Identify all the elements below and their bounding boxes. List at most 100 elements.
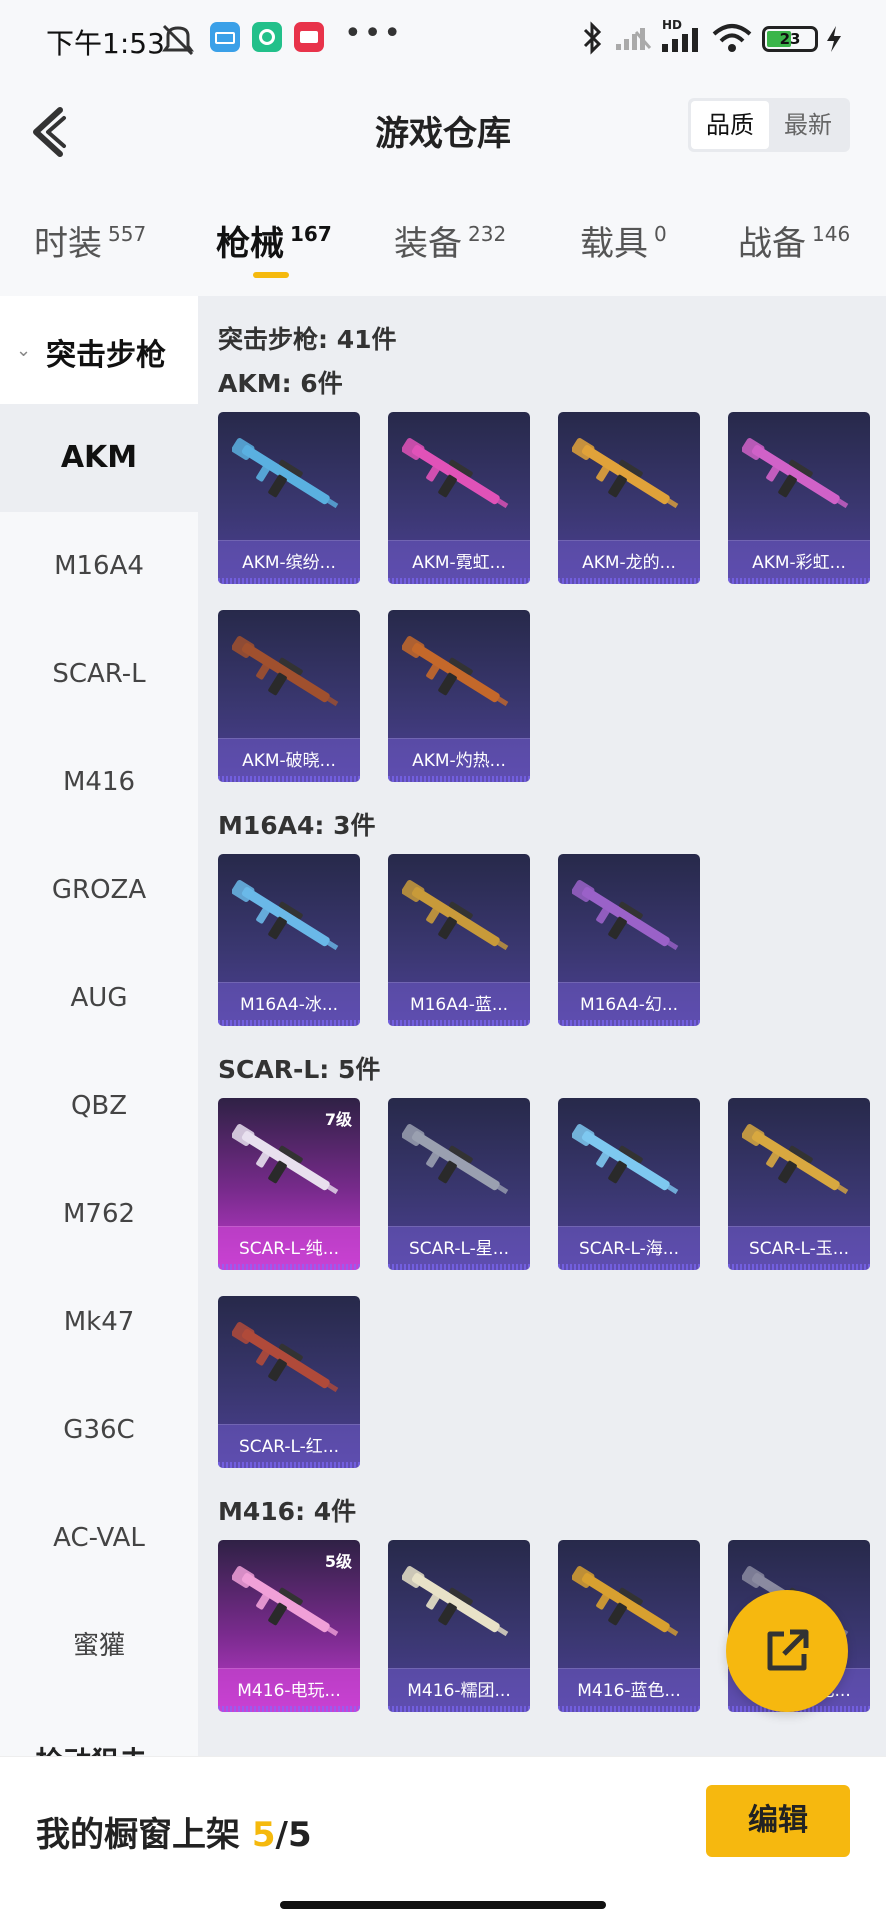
sort-toggle: 品质 最新 <box>688 98 850 152</box>
showcase-label: 我的橱窗上架 <box>36 1815 240 1855</box>
chevron-down-icon: ⌄ <box>16 340 32 361</box>
sidebar-item-aug[interactable]: AUG <box>0 944 198 1052</box>
sort-quality-button[interactable]: 品质 <box>691 101 769 149</box>
weapon-name: AKM-灼热... <box>388 738 530 782</box>
bottom-bar: 我的橱窗上架 5/5 编辑 <box>0 1756 886 1920</box>
status-time: 下午1:53 <box>46 27 165 60</box>
weapon-card[interactable]: SCAR-L-海... <box>558 1098 700 1270</box>
level-badge: 5级 <box>324 1552 352 1571</box>
battery-level: 23 <box>779 30 801 48</box>
tab-label: 战备 <box>738 224 806 264</box>
weapon-name: AKM-彩虹... <box>728 540 870 584</box>
weapon-card[interactable]: M16A4-幻... <box>558 854 700 1026</box>
weapon-card[interactable]: AKM-霓虹... <box>388 412 530 584</box>
mute-icon <box>162 24 194 56</box>
showcase-separator: / <box>275 1815 288 1855</box>
back-arrow-icon[interactable] <box>22 102 82 162</box>
weapon-card[interactable]: M16A4-蓝... <box>388 854 530 1026</box>
tab-equipment[interactable]: 装备 232 <box>394 216 506 265</box>
sidebar-item-qbz[interactable]: QBZ <box>0 1052 198 1160</box>
weapon-card[interactable]: 7级 SCAR-L-纯... <box>218 1098 360 1270</box>
weapon-card[interactable]: SCAR-L-红... <box>218 1296 360 1468</box>
weapon-card[interactable]: 5级 M416-电玩... <box>218 1540 360 1712</box>
sidebar-item-m16a4[interactable]: M16A4 <box>0 512 198 620</box>
weapon-name: AKM-破晓... <box>218 738 360 782</box>
tab-combat-supplies[interactable]: 战备 146 <box>738 216 850 265</box>
sidebar-item-groza[interactable]: GROZA <box>0 836 198 944</box>
rifle-icon <box>232 880 339 951</box>
weapon-name: M16A4-冰... <box>218 982 360 1026</box>
rifle-icon <box>232 1566 339 1637</box>
sidebar-item-scar-l[interactable]: SCAR-L <box>0 620 198 728</box>
weapon-name: AKM-龙的... <box>558 540 700 584</box>
weapon-name: SCAR-L-红... <box>218 1424 360 1468</box>
section-title: M416: 4件 <box>218 1497 357 1526</box>
weapon-card[interactable]: AKM-破晓... <box>218 610 360 782</box>
showcase-count: 我的橱窗上架 5/5 <box>36 1807 312 1856</box>
weapon-card[interactable]: AKM-龙的... <box>558 412 700 584</box>
weapon-card[interactable]: AKM-灼热... <box>388 610 530 782</box>
weapon-grid: 突击步枪: 41件 AKM: 6件 AKM-缤纷... AKM-霓虹... AKM-龙… <box>198 296 886 1756</box>
weapon-name: M416-糯团... <box>388 1668 530 1712</box>
category-tabs: 时装 557 枪械 167 装备 232 载具 0 战备 146 <box>0 200 886 290</box>
level-badge: 7级 <box>324 1110 352 1129</box>
rifle-icon <box>232 1124 339 1195</box>
sidebar-item-ac-val[interactable]: AC-VAL <box>0 1484 198 1592</box>
weapon-name: SCAR-L-纯... <box>218 1226 360 1270</box>
sidebar-group-label: 栓动狙击 <box>35 1745 147 1756</box>
header: 游戏仓库 品质 最新 <box>0 80 886 190</box>
weapon-card[interactable]: M416-糯团... <box>388 1540 530 1712</box>
weapon-card[interactable]: AKM-缤纷... <box>218 412 360 584</box>
weapon-card[interactable]: SCAR-L-玉... <box>728 1098 870 1270</box>
weapon-name: M416-电玩... <box>218 1668 360 1712</box>
tab-count: 557 <box>108 222 147 246</box>
rifle-icon <box>742 438 849 509</box>
weapon-card[interactable]: M416-蓝色... <box>558 1540 700 1712</box>
home-indicator[interactable] <box>280 1901 606 1909</box>
weapon-sidebar: ⌄ 突击步枪 AKM M16A4 SCAR-L M416 GROZA AUG Q… <box>0 296 198 1756</box>
weapon-name: AKM-霓虹... <box>388 540 530 584</box>
rifle-icon <box>232 438 339 509</box>
status-bar: 下午1:53 ••• HD 23 <box>0 0 886 80</box>
external-share-icon <box>767 1629 809 1671</box>
sort-newest-button[interactable]: 最新 <box>769 101 847 149</box>
sidebar-group-label: 突击步枪 <box>46 338 166 373</box>
weapon-card[interactable]: SCAR-L-星... <box>388 1098 530 1270</box>
sidebar-item-mk47[interactable]: Mk47 <box>0 1268 198 1376</box>
tab-vehicles[interactable]: 载具 0 <box>580 216 667 265</box>
sidebar-group-assault-rifles[interactable]: ⌄ 突击步枪 <box>0 296 198 404</box>
weapon-card[interactable]: AKM-彩虹... <box>728 412 870 584</box>
sidebar-group-bolt-action[interactable]: › 栓动狙击 <box>14 1740 147 1756</box>
rifle-icon <box>232 1322 339 1393</box>
tab-label: 装备 <box>394 224 462 264</box>
weapon-name: M416-蓝色... <box>558 1668 700 1712</box>
sidebar-item-akm[interactable]: AKM <box>0 404 198 512</box>
edit-button[interactable]: 编辑 <box>706 1785 850 1857</box>
battery-icon: 23 <box>762 26 818 52</box>
tab-label: 时装 <box>34 224 102 264</box>
rifle-icon <box>572 880 679 951</box>
tab-count: 146 <box>812 222 851 246</box>
rifle-icon <box>572 1124 679 1195</box>
rifle-icon <box>402 1124 509 1195</box>
share-button[interactable] <box>726 1590 848 1712</box>
weapon-name: M16A4-幻... <box>558 982 700 1026</box>
sidebar-item-m762[interactable]: M762 <box>0 1160 198 1268</box>
sidebar-item-g36c[interactable]: G36C <box>0 1376 198 1484</box>
rifle-icon <box>742 1124 849 1195</box>
weapon-name: M16A4-蓝... <box>388 982 530 1026</box>
sidebar-item-m416[interactable]: M416 <box>0 728 198 836</box>
tab-guns[interactable]: 枪械 167 <box>216 216 332 265</box>
rifle-icon <box>232 636 339 707</box>
more-notifications-icon: ••• <box>344 16 404 51</box>
charging-icon <box>827 26 841 52</box>
rifle-icon <box>402 438 509 509</box>
weapon-card[interactable]: M16A4-冰... <box>218 854 360 1026</box>
tab-fashion[interactable]: 时装 557 <box>34 216 146 265</box>
weapon-name: SCAR-L-玉... <box>728 1226 870 1270</box>
weapon-name: AKM-缤纷... <box>218 540 360 584</box>
section-title: M16A4: 3件 <box>218 811 376 840</box>
sidebar-item-honey-badger[interactable]: 蜜獾 <box>0 1592 198 1700</box>
bluetooth-icon <box>583 21 602 55</box>
rifle-icon <box>572 1566 679 1637</box>
